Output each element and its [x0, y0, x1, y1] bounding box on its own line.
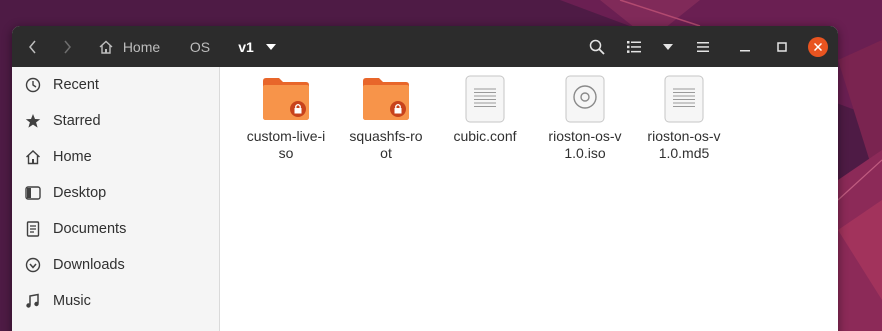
sidebar-item-label: Music — [53, 293, 91, 309]
file-manager-window: Home OS v1 Recent Starred Home Desktop D… — [12, 26, 838, 331]
locked-folder-icon — [258, 73, 314, 125]
minimize-icon — [740, 50, 750, 52]
file-name: cubic.conf — [453, 128, 517, 144]
file-item-rioston-os-md5[interactable]: rioston-os-v1.0.md5 — [634, 73, 734, 162]
breadcrumb-os[interactable]: OS — [184, 26, 216, 67]
breadcrumb-v1-label: v1 — [238, 38, 254, 55]
sidebar-item-label: Starred — [53, 113, 101, 129]
file-name: squashfs-root — [349, 128, 423, 161]
music-icon — [24, 292, 42, 310]
file-item-rioston-os-iso[interactable]: rioston-os-v1.0.iso — [535, 73, 635, 162]
forward-button[interactable] — [54, 34, 80, 60]
view-list-button[interactable] — [621, 34, 647, 60]
chevron-right-icon — [64, 40, 71, 54]
locked-folder-icon — [358, 73, 414, 125]
menu-button[interactable] — [690, 34, 716, 60]
file-name: custom-live-iso — [246, 128, 326, 161]
sidebar-item-starred[interactable]: Starred — [12, 103, 219, 139]
disc-image-icon — [557, 73, 613, 125]
sidebar-item-label: Home — [53, 149, 92, 165]
sidebar: Recent Starred Home Desktop Documents Do… — [12, 67, 220, 331]
download-icon — [24, 256, 42, 274]
search-icon — [589, 39, 605, 55]
list-view-icon — [627, 41, 641, 53]
file-item-cubic-conf[interactable]: cubic.conf — [435, 73, 535, 145]
sidebar-item-label: Desktop — [53, 185, 107, 201]
sidebar-item-home[interactable]: Home — [12, 139, 219, 175]
chevron-left-icon — [29, 40, 36, 54]
maximize-icon — [777, 42, 787, 52]
headerbar: Home OS v1 — [12, 26, 838, 67]
file-name: rioston-os-v1.0.md5 — [647, 128, 721, 161]
breadcrumb-v1[interactable]: v1 — [232, 26, 282, 67]
text-file-icon — [656, 73, 712, 125]
home-icon — [24, 148, 42, 166]
file-item-squashfs-root[interactable]: squashfs-root — [336, 73, 436, 162]
breadcrumb-home-label: Home — [122, 38, 161, 55]
view-options-button[interactable] — [655, 34, 681, 60]
file-item-custom-live-iso[interactable]: custom-live-iso — [236, 73, 336, 162]
clock-icon — [24, 76, 42, 94]
sidebar-item-label: Recent — [53, 77, 99, 93]
close-button[interactable] — [808, 37, 828, 57]
search-button[interactable] — [584, 34, 610, 60]
triangle-down-icon — [265, 43, 276, 50]
home-icon — [99, 40, 113, 54]
minimize-button[interactable] — [732, 34, 758, 60]
triangle-down-icon — [663, 44, 673, 50]
hamburger-menu-icon — [697, 42, 709, 52]
breadcrumb-home[interactable]: Home — [94, 26, 164, 67]
sidebar-item-label: Documents — [53, 221, 127, 237]
sidebar-item-recent[interactable]: Recent — [12, 67, 219, 103]
file-name: rioston-os-v1.0.iso — [548, 128, 622, 161]
close-icon — [814, 43, 822, 51]
text-file-icon — [457, 73, 513, 125]
desktop-icon — [24, 184, 42, 202]
sidebar-item-label: Downloads — [53, 257, 125, 273]
file-view: custom-live-iso squashfs-root cubic.conf… — [221, 67, 838, 331]
breadcrumb-os-label: OS — [189, 38, 211, 55]
sidebar-item-documents[interactable]: Documents — [12, 211, 219, 247]
back-button[interactable] — [20, 34, 46, 60]
sidebar-item-music[interactable]: Music — [12, 283, 219, 319]
star-icon — [24, 112, 42, 130]
sidebar-item-desktop[interactable]: Desktop — [12, 175, 219, 211]
sidebar-item-downloads[interactable]: Downloads — [12, 247, 219, 283]
maximize-button[interactable] — [769, 34, 795, 60]
documents-icon — [24, 220, 42, 238]
